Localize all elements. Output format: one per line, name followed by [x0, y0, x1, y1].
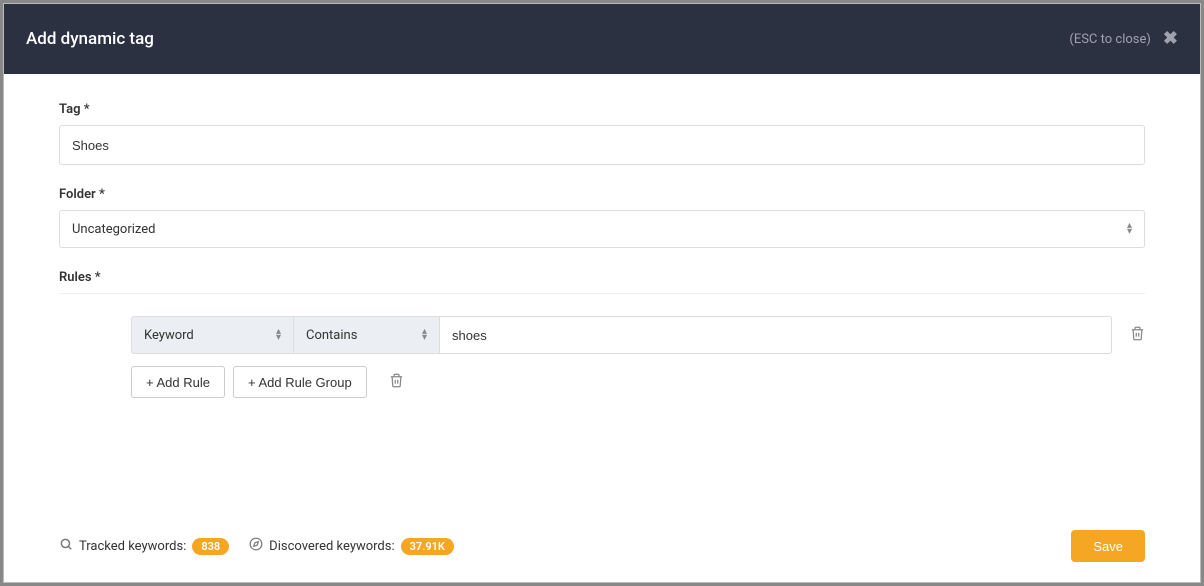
tag-label: Tag * [59, 102, 1145, 117]
folder-value: Uncategorized [72, 222, 155, 237]
trash-icon [389, 372, 404, 389]
rules-label: Rules * [59, 270, 1145, 285]
save-button[interactable]: Save [1071, 530, 1145, 562]
tag-group: Tag * [59, 102, 1145, 165]
discovered-keywords-stat: Discovered keywords: 37.91K [249, 537, 454, 555]
modal-footer: Tracked keywords: 838 Discovered keyword… [59, 510, 1145, 562]
tag-input[interactable] [59, 125, 1145, 165]
folder-label: Folder * [59, 187, 1145, 202]
add-rule-button[interactable]: + Add Rule [131, 366, 225, 398]
folder-select[interactable]: Uncategorized ▴▾ [59, 210, 1145, 248]
rule-operator-value: Contains [306, 328, 357, 343]
folder-group: Folder * Uncategorized ▴▾ [59, 187, 1145, 248]
rule-operator-select[interactable]: Contains ▴▾ [294, 316, 440, 354]
tracked-label: Tracked keywords: [79, 539, 186, 554]
rules-divider [59, 293, 1145, 294]
header-right: (ESC to close) ✖ [1069, 30, 1178, 48]
discovered-count-badge: 37.91K [401, 538, 454, 555]
delete-rule-button[interactable] [1130, 325, 1145, 346]
modal-header: Add dynamic tag (ESC to close) ✖ [4, 4, 1200, 74]
close-icon[interactable]: ✖ [1163, 30, 1178, 48]
rule-field-select[interactable]: Keyword ▴▾ [131, 316, 294, 354]
chevron-updown-icon: ▴▾ [422, 329, 427, 341]
modal-title: Add dynamic tag [26, 29, 154, 49]
chevron-updown-icon: ▴▾ [1127, 223, 1132, 235]
rule-buttons: + Add Rule + Add Rule Group [131, 366, 1145, 398]
tracked-keywords-stat: Tracked keywords: 838 [59, 537, 229, 555]
tracked-count-badge: 838 [192, 538, 229, 555]
footer-stats: Tracked keywords: 838 Discovered keyword… [59, 537, 454, 555]
modal-dialog: Add dynamic tag (ESC to close) ✖ Tag * F… [3, 3, 1201, 583]
modal-body: Tag * Folder * Uncategorized ▴▾ Rules * … [4, 74, 1200, 582]
rule-row: Keyword ▴▾ Contains ▴▾ [131, 316, 1145, 354]
trash-icon [1130, 325, 1145, 342]
delete-rule-group-button[interactable] [389, 372, 404, 393]
esc-hint: (ESC to close) [1069, 32, 1151, 47]
chevron-updown-icon: ▴▾ [276, 329, 281, 341]
rules-group: Rules * Keyword ▴▾ Contains ▴▾ [59, 270, 1145, 398]
discovered-label: Discovered keywords: [269, 539, 394, 554]
rule-value-input[interactable] [440, 316, 1112, 354]
rule-field-value: Keyword [144, 328, 194, 343]
compass-icon [249, 537, 263, 555]
add-rule-group-button[interactable]: + Add Rule Group [233, 366, 367, 398]
search-icon [59, 537, 73, 555]
